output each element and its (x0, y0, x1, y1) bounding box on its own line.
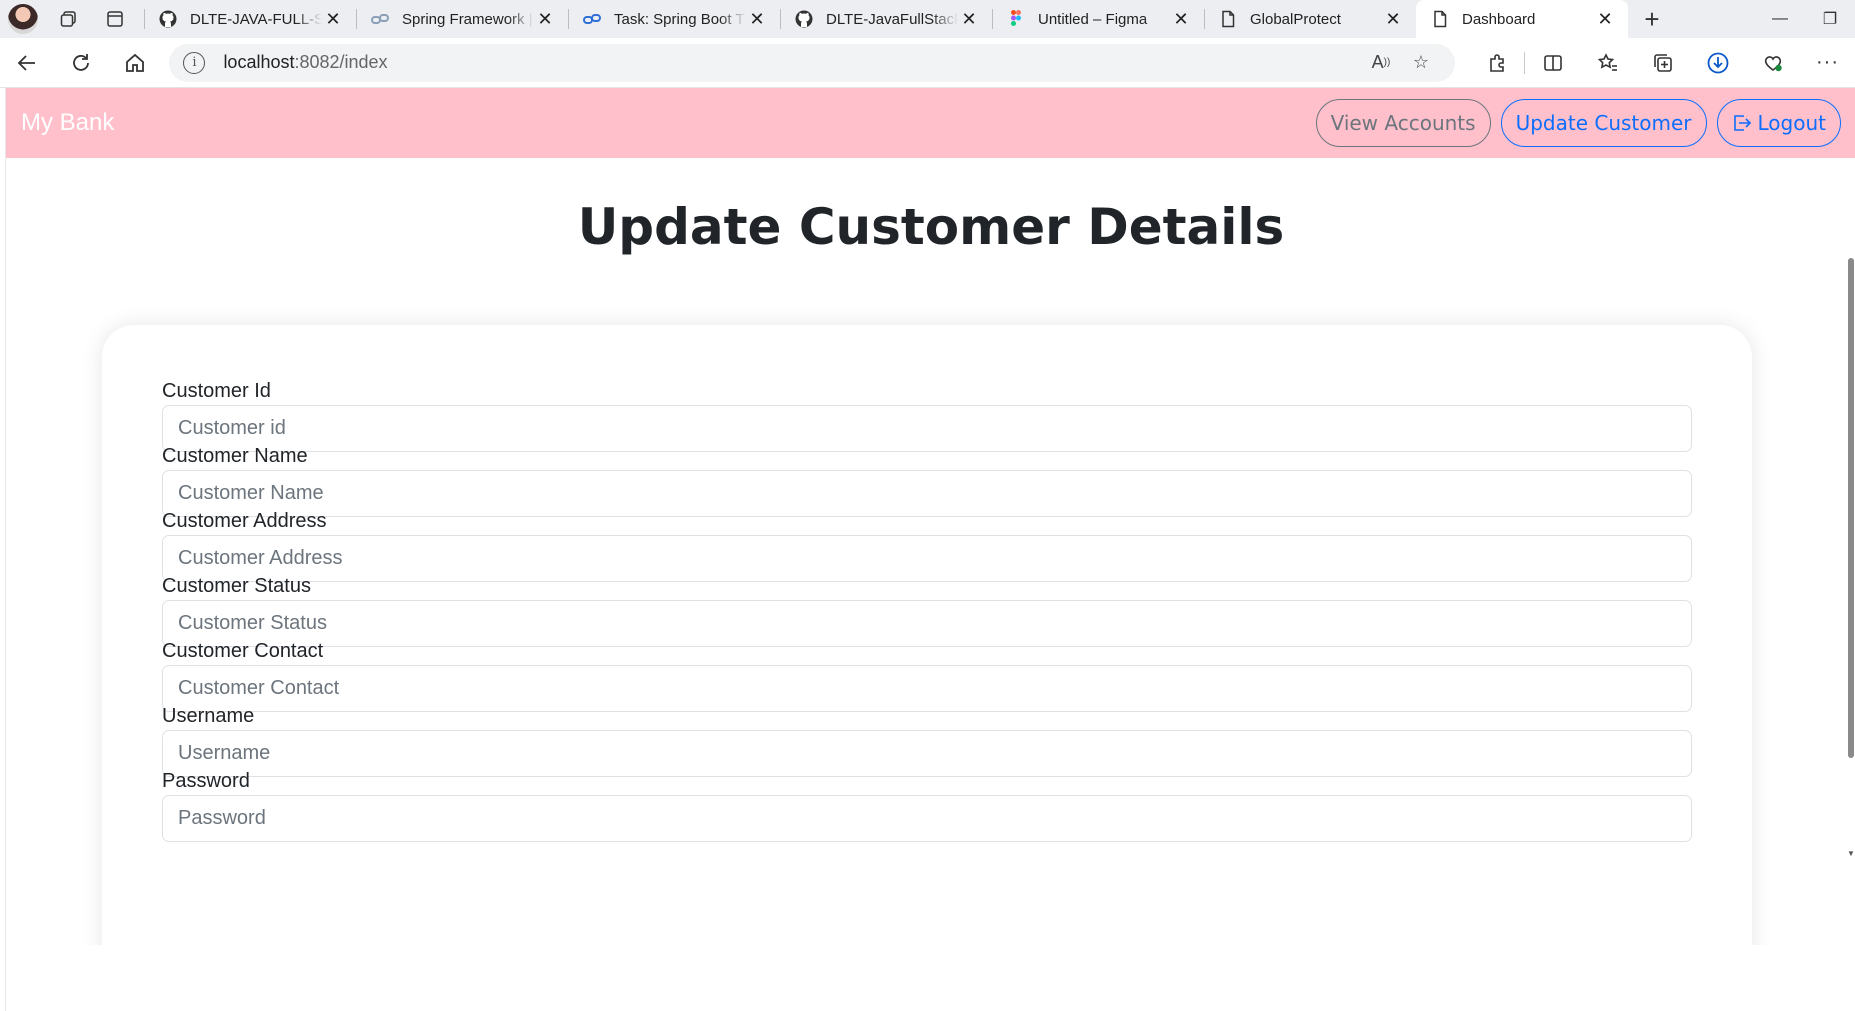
workspaces-icon[interactable] (46, 0, 92, 38)
customer-id-group: Customer Id (162, 377, 1692, 452)
tab-title: Task: Spring Boot Th (614, 10, 746, 28)
browser-tab[interactable]: Untitled – Figma ✕ (992, 0, 1204, 38)
favorites-icon[interactable] (1580, 38, 1635, 88)
web-page: My Bank View Accounts Update Customer Lo… (5, 88, 1855, 1011)
password-group: Password (162, 767, 1692, 842)
address-toolbar: i localhost:8082/index A)) ☆ ··· (0, 38, 1855, 88)
tab-title: Dashboard (1462, 10, 1536, 28)
tab-title: Spring Framework | (402, 10, 533, 28)
customer-contact-label: Customer Contact (162, 640, 324, 662)
tab-title: GlobalProtect (1250, 10, 1341, 28)
close-tab-icon[interactable]: ✕ (1382, 8, 1404, 30)
scroll-down-icon[interactable]: ▼ (1847, 850, 1855, 858)
customer-address-label: Customer Address (162, 510, 327, 532)
close-tab-icon[interactable]: ✕ (958, 8, 980, 30)
customer-status-label: Customer Status (162, 575, 311, 597)
logout-button[interactable]: Logout (1716, 99, 1841, 147)
customer-status-group: Customer Status (162, 572, 1692, 647)
tab-title: DLTE-JAVA-FULL-ST (190, 10, 322, 28)
logout-icon (1733, 115, 1751, 131)
browser-tab-strip: DLTE-JAVA-FULL-ST ✕ Spring Framework | ✕… (0, 0, 1855, 38)
home-button[interactable] (108, 38, 162, 88)
browser-tab[interactable]: Task: Spring Boot Th ✕ (568, 0, 780, 38)
password-label: Password (162, 770, 250, 792)
close-tab-icon[interactable]: ✕ (1594, 8, 1616, 30)
browser-tab[interactable]: Spring Framework | ✕ (356, 0, 568, 38)
page-icon (1430, 9, 1450, 29)
profile-avatar[interactable] (0, 0, 46, 38)
brand-logo[interactable]: My Bank (21, 109, 114, 137)
url-text[interactable]: localhost:8082/index (223, 52, 1361, 73)
split-screen-icon[interactable] (1525, 38, 1580, 88)
customer-address-group: Customer Address (162, 507, 1692, 582)
github-icon (794, 9, 814, 29)
extensions-icon[interactable] (1469, 38, 1524, 88)
figma-icon (1006, 9, 1026, 29)
username-label: Username (162, 705, 255, 727)
favorite-star-icon[interactable]: ☆ (1401, 52, 1441, 73)
github-icon (158, 9, 178, 29)
close-tab-icon[interactable]: ✕ (534, 8, 556, 30)
site-info-icon[interactable]: i (183, 51, 206, 74)
update-customer-form: Customer Id Customer Name Customer Addre… (102, 325, 1752, 1011)
browser-essentials-icon[interactable] (1745, 38, 1800, 88)
browser-tab[interactable]: DLTE-JavaFullStack- ✕ (780, 0, 992, 38)
customer-id-label: Customer Id (162, 380, 271, 402)
customer-name-label: Customer Name (162, 445, 308, 467)
url-path: :8082/index (294, 52, 388, 72)
tab-title: DLTE-JavaFullStack- (826, 10, 958, 28)
customer-contact-group: Customer Contact (162, 637, 1692, 712)
page-scrollbar[interactable]: ▲ ▼ (1847, 158, 1855, 1011)
page-icon (1218, 9, 1238, 29)
back-button[interactable] (0, 38, 54, 88)
close-tab-icon[interactable]: ✕ (322, 8, 344, 30)
collections-icon[interactable] (1635, 38, 1690, 88)
page-title: Update Customer Details (577, 198, 1285, 256)
view-accounts-button[interactable]: View Accounts (1315, 99, 1491, 147)
avatar (8, 4, 38, 34)
downloads-icon[interactable] (1690, 38, 1745, 88)
read-aloud-icon[interactable]: A)) (1361, 52, 1401, 73)
more-menu-icon[interactable]: ··· (1800, 38, 1855, 88)
logout-label: Logout (1757, 111, 1826, 135)
customer-name-group: Customer Name (162, 442, 1692, 517)
new-tab-button[interactable]: + (1628, 0, 1676, 38)
spring-link-icon (582, 9, 602, 29)
restore-icon[interactable]: ❐ (1800, 0, 1855, 38)
address-bar[interactable]: i localhost:8082/index A)) ☆ (169, 43, 1455, 82)
update-customer-button[interactable]: Update Customer (1500, 99, 1707, 147)
password-input[interactable] (162, 795, 1692, 842)
spring-link-icon (370, 9, 390, 29)
close-tab-icon[interactable]: ✕ (1170, 8, 1192, 30)
page-bottom-area (6, 945, 1855, 1011)
url-host: localhost (223, 52, 295, 72)
app-navbar: My Bank View Accounts Update Customer Lo… (6, 88, 1855, 158)
reload-button[interactable] (54, 38, 108, 88)
browser-tab[interactable]: DLTE-JAVA-FULL-ST ✕ (144, 0, 356, 38)
username-group: Username (162, 702, 1692, 777)
browser-tab[interactable]: GlobalProtect ✕ (1204, 0, 1416, 38)
close-tab-icon[interactable]: ✕ (746, 8, 768, 30)
tab-title: Untitled – Figma (1038, 10, 1148, 28)
scrollbar-thumb[interactable] (1848, 258, 1854, 758)
vertical-tabs-icon[interactable] (92, 0, 138, 38)
browser-tab-active[interactable]: Dashboard ✕ (1416, 0, 1628, 38)
